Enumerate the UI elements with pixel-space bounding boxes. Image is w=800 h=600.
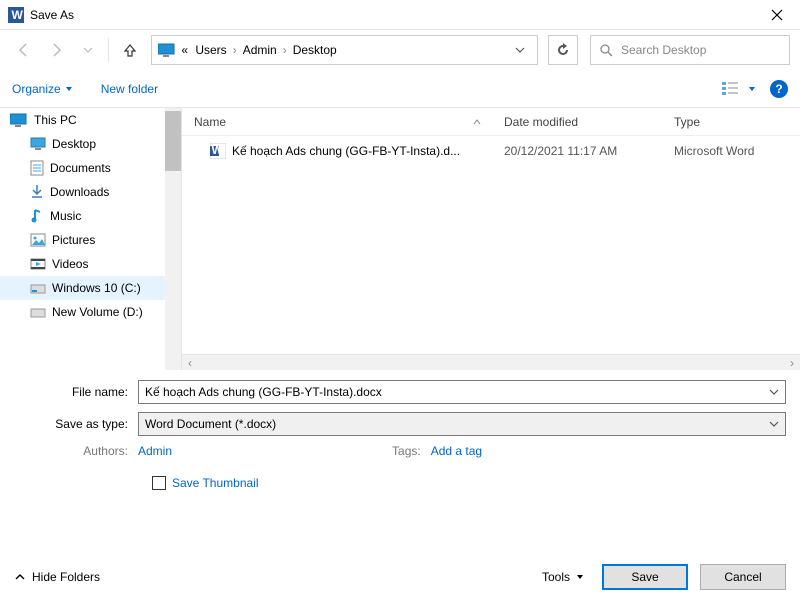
- col-name[interactable]: Name: [182, 115, 492, 129]
- address-bar[interactable]: « Users › Admin › Desktop: [151, 35, 538, 65]
- tags-value[interactable]: Add a tag: [431, 444, 482, 458]
- up-button[interactable]: [115, 35, 145, 65]
- documents-icon: [30, 160, 44, 176]
- forward-button[interactable]: [42, 36, 70, 64]
- pc-icon: [158, 43, 176, 57]
- file-list: Name Date modified Type W Kế hoạch Ads c…: [182, 108, 800, 370]
- save-thumbnail-row[interactable]: Save Thumbnail: [152, 476, 786, 490]
- view-options[interactable]: [722, 81, 756, 97]
- tree-music[interactable]: Music: [0, 204, 181, 228]
- drive-icon: [30, 281, 46, 295]
- authors-label: Authors:: [14, 444, 138, 458]
- sort-asc-icon: [472, 117, 482, 127]
- search-placeholder: Search Desktop: [621, 43, 706, 57]
- horizontal-scrollbar[interactable]: ‹ ›: [182, 354, 800, 370]
- chevron-right-icon: ›: [229, 43, 241, 57]
- chevron-down-icon[interactable]: [769, 419, 779, 429]
- pictures-icon: [30, 233, 46, 247]
- tree-desktop[interactable]: Desktop: [0, 132, 181, 156]
- saveas-select[interactable]: Word Document (*.docx): [138, 412, 786, 436]
- word-doc-icon: W: [194, 143, 226, 159]
- back-button[interactable]: [10, 36, 38, 64]
- tree-drive-c[interactable]: Windows 10 (C:): [0, 276, 181, 300]
- crumb-admin[interactable]: Admin: [241, 43, 279, 57]
- form-area: File name: Kế hoạch Ads chung (GG-FB-YT-…: [0, 370, 800, 494]
- window-title: Save As: [30, 8, 74, 22]
- column-headers: Name Date modified Type: [182, 108, 800, 136]
- tree-drive-d[interactable]: New Volume (D:): [0, 300, 181, 324]
- body: This PC Desktop Documents Downloads Musi…: [0, 108, 800, 370]
- tools-menu[interactable]: Tools: [542, 570, 584, 584]
- scroll-left-icon[interactable]: ‹: [182, 355, 198, 371]
- crumb-desktop[interactable]: Desktop: [291, 43, 339, 57]
- cancel-button[interactable]: Cancel: [700, 564, 786, 590]
- filename-input[interactable]: Kế hoạch Ads chung (GG-FB-YT-Insta).docx: [138, 380, 786, 404]
- address-dropdown[interactable]: [509, 45, 531, 55]
- recent-dropdown[interactable]: [74, 36, 102, 64]
- crumb-users[interactable]: Users: [193, 43, 228, 57]
- file-date: 20/12/2021 11:17 AM: [492, 144, 662, 158]
- view-icon: [722, 81, 746, 97]
- drive-icon: [30, 305, 46, 319]
- navigation-row: « Users › Admin › Desktop Search Desktop: [0, 30, 800, 70]
- chevron-down-icon: [576, 573, 584, 581]
- word-icon: W: [8, 7, 24, 23]
- new-folder-button[interactable]: New folder: [101, 82, 158, 96]
- chevron-right-icon: ›: [279, 43, 291, 57]
- svg-text:W: W: [212, 143, 224, 157]
- search-input[interactable]: Search Desktop: [590, 35, 790, 65]
- save-thumbnail-label: Save Thumbnail: [172, 476, 259, 490]
- tree-downloads[interactable]: Downloads: [0, 180, 181, 204]
- tags-label: Tags:: [392, 444, 431, 458]
- crumb-prefix: «: [176, 43, 193, 57]
- chevron-down-icon[interactable]: [769, 387, 779, 397]
- chevron-up-icon: [14, 571, 26, 583]
- pc-icon: [10, 113, 28, 127]
- col-type[interactable]: Type: [662, 115, 800, 129]
- downloads-icon: [30, 184, 44, 200]
- toolbar: Organize New folder ?: [0, 70, 800, 108]
- file-row[interactable]: W Kế hoạch Ads chung (GG-FB-YT-Insta).d.…: [182, 136, 800, 166]
- desktop-icon: [30, 137, 46, 151]
- svg-text:W: W: [12, 8, 24, 22]
- videos-icon: [30, 257, 46, 271]
- tree-documents[interactable]: Documents: [0, 156, 181, 180]
- save-button[interactable]: Save: [602, 564, 688, 590]
- authors-value[interactable]: Admin: [138, 444, 172, 458]
- search-icon: [599, 43, 613, 57]
- titlebar: W Save As: [0, 0, 800, 30]
- footer: Hide Folders Tools Save Cancel: [0, 556, 800, 598]
- tree-videos[interactable]: Videos: [0, 252, 181, 276]
- saveas-label: Save as type:: [14, 417, 138, 431]
- separator: [108, 38, 109, 62]
- music-icon: [30, 208, 44, 224]
- save-thumbnail-checkbox[interactable]: [152, 476, 166, 490]
- filename-label: File name:: [14, 385, 138, 399]
- refresh-button[interactable]: [548, 35, 578, 65]
- close-button[interactable]: [754, 0, 800, 30]
- hide-folders-button[interactable]: Hide Folders: [14, 570, 100, 584]
- navigation-tree: This PC Desktop Documents Downloads Musi…: [0, 108, 182, 370]
- tree-scrollbar[interactable]: [165, 108, 181, 370]
- tree-this-pc[interactable]: This PC: [0, 108, 181, 132]
- organize-menu[interactable]: Organize: [12, 82, 73, 96]
- help-button[interactable]: ?: [770, 80, 788, 98]
- chevron-down-icon: [748, 85, 756, 93]
- file-type: Microsoft Word: [662, 144, 800, 158]
- chevron-down-icon: [65, 85, 73, 93]
- file-name: Kế hoạch Ads chung (GG-FB-YT-Insta).d...: [232, 144, 460, 158]
- tree-pictures[interactable]: Pictures: [0, 228, 181, 252]
- scroll-right-icon[interactable]: ›: [784, 355, 800, 371]
- col-date[interactable]: Date modified: [492, 115, 662, 129]
